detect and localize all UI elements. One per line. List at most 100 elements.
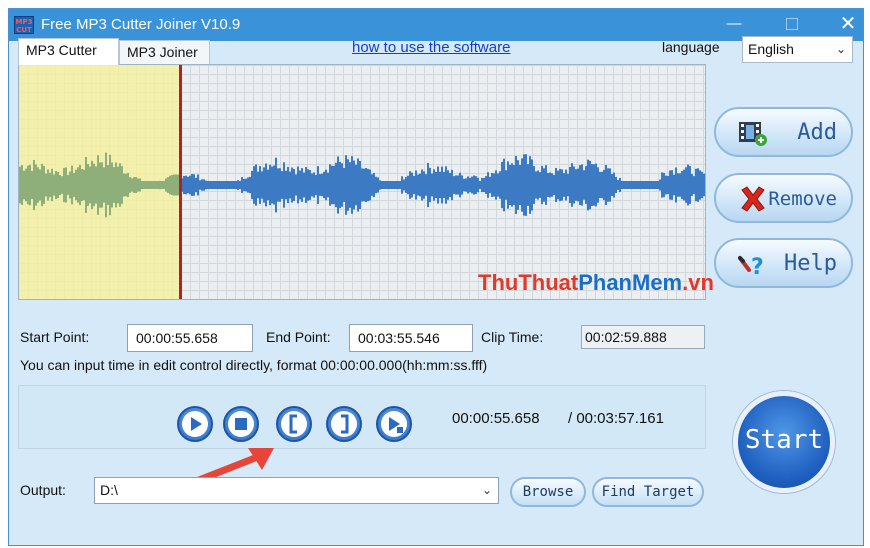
waveform-bar bbox=[373, 172, 375, 198]
end-point-input[interactable]: 00:03:55.546 bbox=[349, 324, 473, 352]
play-button[interactable] bbox=[177, 406, 213, 442]
waveform-bar bbox=[175, 174, 177, 196]
svg-text:?: ? bbox=[751, 255, 764, 278]
waveform-bar bbox=[319, 174, 321, 196]
waveform-bar bbox=[377, 177, 379, 193]
waveform-bar bbox=[361, 168, 363, 202]
output-path-combo[interactable]: D:\ ⌄ bbox=[94, 477, 499, 504]
waveform-bar bbox=[663, 172, 665, 198]
format-hint: You can input time in edit control direc… bbox=[20, 357, 488, 373]
waveform-bar bbox=[325, 169, 327, 201]
waveform-bar bbox=[271, 166, 273, 204]
waveform-bar bbox=[497, 173, 499, 197]
waveform-bar bbox=[221, 181, 223, 189]
waveform-bar bbox=[571, 163, 573, 207]
waveform-bar bbox=[37, 167, 39, 203]
waveform-bar bbox=[249, 176, 251, 194]
waveform-bar bbox=[367, 168, 369, 202]
waveform-bar bbox=[517, 160, 519, 210]
language-label: language bbox=[662, 39, 720, 55]
waveform-bar bbox=[481, 177, 483, 193]
waveform-bar bbox=[611, 174, 613, 196]
waveform-bar bbox=[333, 165, 335, 205]
add-button[interactable]: Add bbox=[714, 107, 853, 157]
waveform-bar bbox=[155, 181, 157, 189]
waveform-bar bbox=[705, 172, 706, 198]
find-target-button[interactable]: Find Target bbox=[592, 477, 704, 507]
set-start-button[interactable] bbox=[276, 406, 312, 442]
waveform-bar bbox=[619, 177, 621, 193]
waveform-bar bbox=[163, 180, 165, 190]
waveform-bar bbox=[103, 167, 105, 203]
waveform-bar bbox=[441, 166, 443, 204]
waveform-bar bbox=[477, 177, 479, 193]
tab-mp3-cutter[interactable]: MP3 Cutter bbox=[18, 38, 119, 65]
start-marker[interactable] bbox=[179, 65, 182, 300]
waveform-bar bbox=[423, 171, 425, 199]
waveform-bar bbox=[493, 173, 495, 197]
waveform-bar bbox=[691, 174, 693, 196]
waveform-bar bbox=[425, 174, 427, 196]
waveform-bar bbox=[597, 167, 599, 203]
waveform-bar bbox=[647, 181, 649, 189]
waveform-bar bbox=[495, 170, 497, 200]
start-button[interactable]: Start bbox=[733, 391, 835, 493]
waveform-bar bbox=[703, 173, 705, 197]
help-button[interactable]: ? Help bbox=[714, 238, 853, 288]
waveform-bar bbox=[87, 164, 89, 206]
waveform-bar bbox=[483, 177, 485, 193]
browse-button[interactable]: Browse bbox=[510, 477, 586, 507]
waveform-bar bbox=[605, 164, 607, 206]
waveform-bar bbox=[19, 166, 21, 204]
waveform-bar bbox=[385, 181, 387, 189]
title-bar[interactable]: MP3 CUT Free MP3 Cutter Joiner V10.9 — ✕ bbox=[9, 9, 863, 41]
waveform-panel[interactable] bbox=[18, 64, 706, 300]
start-point-input[interactable]: 00:00:55.658 bbox=[127, 324, 253, 352]
waveform-bar bbox=[539, 172, 541, 198]
remove-button-label: Remove bbox=[768, 188, 837, 210]
waveform-bar bbox=[295, 174, 297, 196]
remove-button[interactable]: Remove bbox=[714, 173, 853, 223]
watermark: ThuThuatPhanMem.vn bbox=[478, 270, 714, 296]
waveform-bar bbox=[123, 173, 125, 197]
waveform-bar bbox=[627, 181, 629, 189]
app-icon-top-text: MP3 bbox=[15, 18, 33, 26]
waveform-bar bbox=[359, 161, 361, 209]
play-selection-button[interactable] bbox=[376, 406, 412, 442]
how-to-use-link[interactable]: how to use the software bbox=[352, 39, 510, 56]
waveform-bar bbox=[473, 175, 475, 195]
waveform-bar bbox=[259, 166, 261, 204]
waveform-bar bbox=[435, 171, 437, 199]
waveform-bar bbox=[641, 181, 643, 189]
waveform-bar bbox=[525, 154, 527, 216]
stop-button[interactable] bbox=[223, 406, 259, 442]
waveform-bar bbox=[41, 163, 43, 207]
waveform-bar bbox=[209, 181, 211, 189]
waveform-bar bbox=[105, 152, 107, 218]
waveform-bar bbox=[363, 168, 365, 202]
waveform-bar bbox=[447, 170, 449, 200]
waveform-graphic bbox=[19, 65, 706, 300]
waveform-bar bbox=[375, 176, 377, 194]
app-icon: MP3 CUT bbox=[14, 16, 34, 34]
language-select[interactable]: English ⌄ bbox=[742, 36, 853, 63]
waveform-bar bbox=[545, 165, 547, 205]
waveform-bar bbox=[549, 172, 551, 198]
waveform-bar bbox=[701, 171, 703, 199]
waveform-bar bbox=[135, 177, 137, 193]
waveform-bar bbox=[513, 164, 515, 206]
chevron-down-icon: ⌄ bbox=[481, 483, 492, 497]
set-end-button[interactable] bbox=[326, 406, 362, 442]
waveform-bar bbox=[189, 175, 191, 195]
waveform-bar bbox=[455, 175, 457, 195]
waveform-bar bbox=[241, 177, 243, 193]
waveform-bar bbox=[95, 166, 97, 204]
waveform-bar bbox=[491, 172, 493, 198]
maximize-icon bbox=[786, 18, 798, 31]
waveform-bar bbox=[419, 173, 421, 197]
waveform-bar bbox=[67, 175, 69, 195]
waveform-bar bbox=[407, 175, 409, 195]
waveform-bar bbox=[453, 176, 455, 194]
waveform-bar bbox=[573, 166, 575, 204]
tab-mp3-joiner[interactable]: MP3 Joiner bbox=[119, 40, 210, 64]
